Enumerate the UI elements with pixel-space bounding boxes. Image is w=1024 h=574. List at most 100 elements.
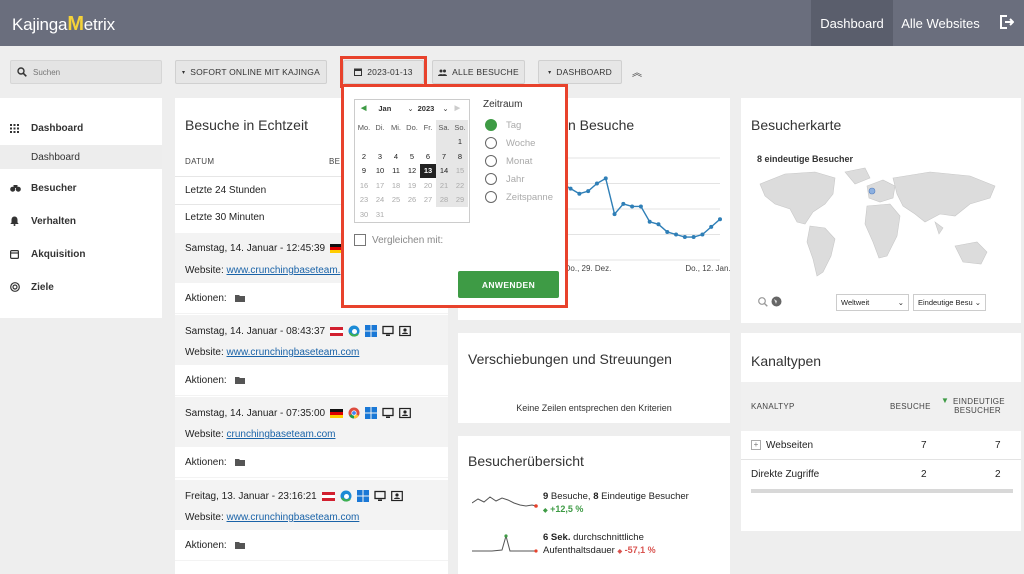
checkbox[interactable] bbox=[354, 234, 366, 246]
folder-icon[interactable] bbox=[234, 376, 245, 384]
calendar-day[interactable]: 27 bbox=[420, 193, 436, 208]
radio-icon[interactable] bbox=[485, 155, 497, 167]
visitor-profile-icon[interactable] bbox=[390, 490, 403, 502]
period-option-jahr[interactable]: Jahr bbox=[485, 173, 524, 185]
calendar-day[interactable]: 6 bbox=[420, 149, 436, 164]
folder-icon[interactable] bbox=[234, 541, 245, 549]
next-month-icon[interactable]: ▶ bbox=[455, 104, 460, 112]
sidebar-subitem-dashboard[interactable]: Dashboard bbox=[0, 145, 162, 169]
calendar-day[interactable]: 18 bbox=[388, 178, 404, 193]
calendar-day[interactable]: 17 bbox=[372, 178, 388, 193]
period-option-woche[interactable]: Woche bbox=[485, 137, 535, 149]
calendar-day[interactable]: 3 bbox=[372, 149, 388, 164]
table-row[interactable]: + Webseiten 7 7 bbox=[741, 431, 1021, 460]
region-select[interactable]: Weltweit ⌄ bbox=[836, 294, 909, 311]
view-selector-button[interactable]: ▾ DASHBOARD bbox=[538, 60, 622, 84]
calendar-day[interactable]: 20 bbox=[420, 178, 436, 193]
compare-option[interactable]: Vergleichen mit: bbox=[354, 234, 443, 246]
nav-dashboard[interactable]: Dashboard bbox=[811, 0, 893, 46]
world-map[interactable] bbox=[755, 164, 1005, 284]
collapse-toolbar-icon[interactable]: ︽ bbox=[632, 64, 642, 79]
radio-selected-icon[interactable] bbox=[485, 119, 497, 131]
realtime-row-24h[interactable]: Letzte 24 Stunden bbox=[185, 185, 266, 196]
website-link[interactable]: www.crunchingbaseteam.com bbox=[227, 347, 360, 358]
data-point[interactable] bbox=[603, 176, 608, 181]
calendar-day[interactable]: 30 bbox=[356, 207, 372, 222]
calendar-day[interactable]: 14 bbox=[436, 163, 452, 178]
sidebar-item-ziele[interactable]: Ziele bbox=[10, 277, 54, 297]
column-header-type[interactable]: KANALTYP bbox=[751, 402, 795, 411]
data-point[interactable] bbox=[674, 232, 679, 237]
data-point[interactable] bbox=[700, 232, 705, 237]
data-point[interactable] bbox=[586, 189, 591, 194]
data-point[interactable] bbox=[568, 186, 573, 191]
prev-month-icon[interactable]: ◀ bbox=[361, 104, 366, 112]
calendar-day[interactable]: 29 bbox=[452, 192, 468, 207]
search-box[interactable] bbox=[10, 60, 162, 84]
website-link[interactable]: www.crunchingbaseteam.com bbox=[227, 512, 360, 523]
calendar-day[interactable]: 19 bbox=[404, 178, 420, 193]
calendar-day[interactable]: 7 bbox=[436, 149, 452, 164]
calendar-day[interactable]: 22 bbox=[452, 178, 468, 193]
calendar-day[interactable]: 15 bbox=[452, 163, 468, 178]
data-point[interactable] bbox=[638, 204, 643, 209]
column-header-unique[interactable]: EINDEUTIGE BESUCHER bbox=[953, 397, 1005, 415]
apply-button[interactable]: ANWENDEN bbox=[458, 271, 559, 298]
data-point[interactable] bbox=[577, 191, 582, 196]
calendar-day[interactable]: 12 bbox=[404, 164, 420, 179]
data-point[interactable] bbox=[612, 212, 617, 217]
realtime-row-30min[interactable]: Letzte 30 Minuten bbox=[185, 212, 265, 223]
table-row[interactable]: Direkte Zugriffe 2 2 bbox=[741, 461, 1021, 489]
data-point[interactable] bbox=[656, 222, 661, 227]
calendar-day[interactable]: 23 bbox=[356, 193, 372, 208]
segment-selector-button[interactable]: ALLE BESUCHE bbox=[432, 60, 525, 84]
calendar-day[interactable]: 5 bbox=[404, 149, 420, 164]
calendar-day[interactable]: 1 bbox=[452, 134, 468, 149]
sidebar-item-verhalten[interactable]: Verhalten bbox=[10, 211, 76, 231]
calendar-day[interactable]: 31 bbox=[372, 207, 388, 222]
visitor-profile-icon[interactable] bbox=[399, 325, 411, 337]
chevron-down-icon[interactable]: ⌄ bbox=[407, 104, 413, 113]
zoom-out-icon[interactable] bbox=[758, 297, 768, 307]
period-option-monat[interactable]: Monat bbox=[485, 155, 532, 167]
data-point[interactable] bbox=[718, 217, 722, 222]
folder-icon[interactable] bbox=[234, 458, 245, 466]
calendar-day[interactable]: 13 bbox=[420, 163, 436, 178]
visitor-profile-icon[interactable] bbox=[399, 407, 411, 419]
calendar-day[interactable]: 26 bbox=[404, 193, 420, 208]
globe-icon[interactable] bbox=[771, 296, 782, 307]
metric-select[interactable]: Eindeutige Besu ⌄ bbox=[913, 294, 986, 311]
horizontal-scrollbar[interactable] bbox=[751, 489, 1013, 493]
period-option-tag[interactable]: Tag bbox=[485, 119, 521, 131]
data-point[interactable] bbox=[709, 224, 714, 229]
chevron-down-icon[interactable]: ⌄ bbox=[442, 104, 448, 113]
calendar-day[interactable]: 25 bbox=[388, 193, 404, 208]
website-link[interactable]: www.crunchingbaseteam. bbox=[227, 265, 341, 276]
calendar-day[interactable]: 24 bbox=[372, 193, 388, 208]
radio-icon[interactable] bbox=[485, 173, 497, 185]
folder-icon[interactable] bbox=[234, 294, 245, 302]
logout-icon[interactable] bbox=[998, 14, 1014, 30]
sidebar-item-dashboard[interactable]: Dashboard bbox=[10, 118, 83, 138]
expand-plus-icon[interactable]: + bbox=[751, 440, 761, 450]
period-option-zeitspanne[interactable]: Zeitspanne bbox=[485, 191, 553, 203]
data-point[interactable] bbox=[665, 229, 670, 234]
month-select[interactable]: Jan bbox=[378, 104, 391, 113]
year-select[interactable]: 2023 bbox=[418, 104, 435, 113]
data-point[interactable] bbox=[630, 204, 635, 209]
calendar-day[interactable]: 4 bbox=[388, 149, 404, 164]
column-header-visits[interactable]: BESUCHE bbox=[890, 402, 931, 411]
sidebar-item-besucher[interactable]: Besucher bbox=[10, 178, 77, 198]
search-input[interactable] bbox=[33, 67, 153, 77]
calendar-day[interactable]: 9 bbox=[356, 164, 372, 179]
nav-all-websites[interactable]: Alle Websites bbox=[893, 0, 988, 46]
site-selector-button[interactable]: ▾ SOFORT ONLINE MIT KAJINGA bbox=[175, 60, 327, 84]
radio-icon[interactable] bbox=[485, 137, 497, 149]
kajinga-metrix-logo[interactable]: KajingaMetrix bbox=[12, 13, 115, 36]
calendar-day[interactable]: 21 bbox=[436, 178, 452, 193]
website-link[interactable]: crunchingbaseteam.com bbox=[227, 429, 336, 440]
data-point[interactable] bbox=[594, 181, 599, 186]
calendar-day[interactable]: 10 bbox=[372, 164, 388, 179]
radio-icon[interactable] bbox=[485, 191, 497, 203]
calendar-day[interactable]: 16 bbox=[356, 178, 372, 193]
